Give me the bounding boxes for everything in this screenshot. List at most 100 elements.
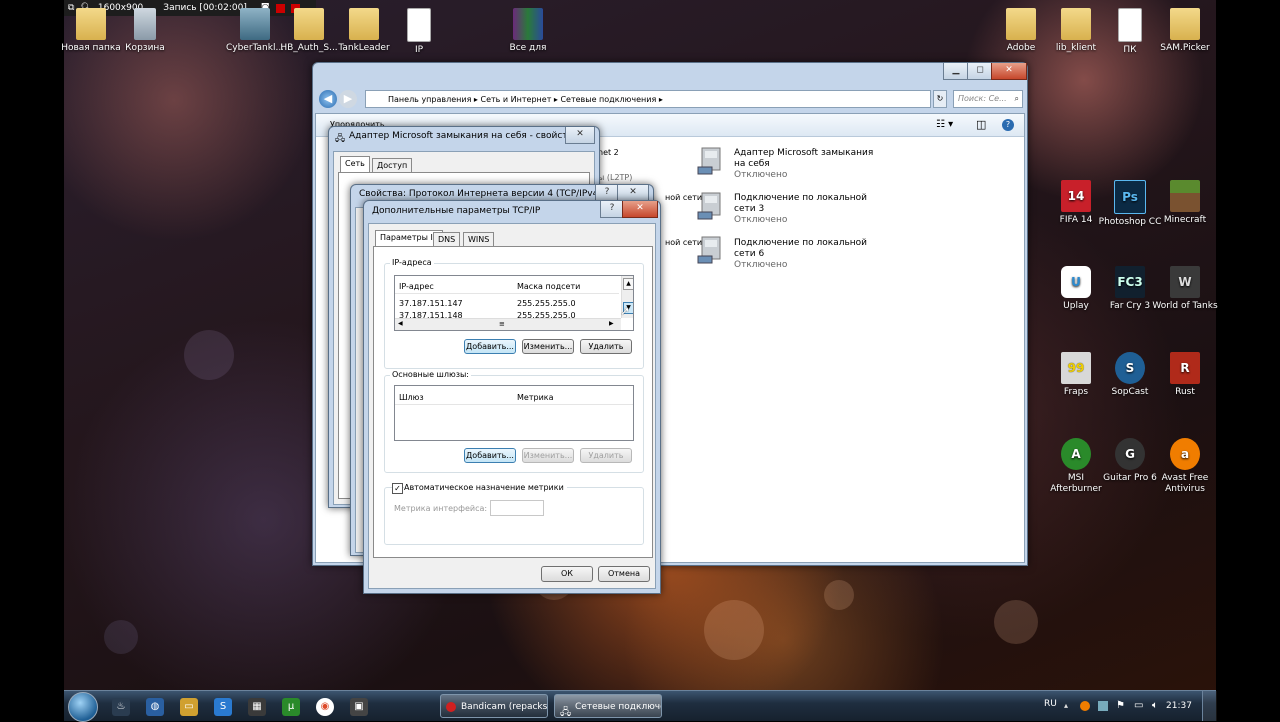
breadcrumb-network-connections[interactable]: Сетевые подключения [560, 95, 656, 104]
taskbar-item-bandicam[interactable]: Bandicam (repacks.o... [440, 694, 548, 718]
scroll-up-icon[interactable]: ▲ [623, 278, 633, 290]
dialog-title: Свойства: Протокол Интернета версии 4 (T… [359, 189, 602, 199]
minimize-button[interactable]: ▁ [943, 63, 969, 80]
connection-item-lan-6[interactable]: Подключение по локальной сети 6 Отключен… [734, 238, 874, 271]
network-icon: 🖧 [560, 707, 572, 718]
connection-status: Отключено [734, 260, 788, 270]
gateway-edit-button[interactable]: Изменить... [522, 448, 574, 463]
volume-icon[interactable]: 🔈︎ [1152, 700, 1158, 711]
ip-address-list[interactable]: IP-адрес Маска подсети 37.187.151.147 25… [394, 275, 634, 331]
interface-metric-input[interactable] [490, 500, 544, 516]
column-header[interactable]: IP-адрес [399, 282, 434, 291]
desktop-icon-avast[interactable]: a Avast Free Antivirus [1152, 438, 1218, 495]
record-icon [446, 702, 456, 712]
breadcrumb-control-panel[interactable]: Панель управления [388, 95, 471, 104]
dialog-title: Адаптер Microsoft замыкания на себя - св… [349, 131, 579, 141]
avast-tray-icon[interactable] [1080, 701, 1090, 711]
tab-network[interactable]: Сеть [340, 156, 370, 172]
network-icon: 🖧 [335, 134, 346, 144]
ip-add-button[interactable]: Добавить... [464, 339, 516, 354]
column-header[interactable]: Метрика [517, 393, 554, 402]
fifa-icon: 14 [1061, 180, 1091, 212]
close-button[interactable]: ✕ [991, 63, 1027, 80]
connection-name: Адаптер Microsoft замыкания на себя [734, 148, 874, 169]
help-button[interactable]: ? [600, 201, 624, 218]
language-indicator[interactable]: RU [1044, 699, 1057, 709]
flag-tray-icon[interactable]: ⚑ [1116, 700, 1125, 711]
search-input[interactable]: Поиск: Се... ⌕ [953, 90, 1023, 108]
desktop-icon-recycle-bin[interactable]: Корзина [112, 8, 178, 54]
view-options-icon[interactable]: ☷ ▾ [936, 119, 953, 130]
start-button[interactable] [68, 692, 98, 722]
partial-connection-label: ы (L2TP) [598, 173, 633, 182]
scroll-thumb-icon[interactable]: ≡ [499, 320, 505, 328]
gateway-remove-button[interactable]: Удалить [580, 448, 632, 463]
taskbar-item-network-connections[interactable]: 🖧 Сетевые подключе... [554, 694, 662, 718]
avast-icon: a [1170, 438, 1200, 470]
app-icon[interactable]: ▦ [248, 698, 266, 716]
desktop-icon-ip[interactable]: IP [386, 8, 452, 56]
tanks-icon: W [1170, 266, 1200, 298]
chrome-icon[interactable]: ◉ [316, 698, 334, 716]
folder-icon [1061, 8, 1091, 40]
column-header[interactable]: Маска подсети [517, 282, 580, 291]
tab-dns[interactable]: DNS [433, 232, 461, 246]
preview-pane-icon[interactable]: ◫ [976, 118, 986, 131]
desktop-icon-vse-dlya[interactable]: Все для [495, 8, 561, 54]
text-file-icon [1118, 8, 1142, 42]
partial-connection-label: net 2 [598, 148, 619, 157]
close-button[interactable]: ✕ [565, 127, 595, 144]
horizontal-scrollbar[interactable]: ◀ ≡ ▶ [395, 318, 621, 330]
help-icon[interactable]: ? [1002, 119, 1014, 131]
tray-expand-icon[interactable]: ▴ [1064, 701, 1068, 710]
back-arrow-icon[interactable]: ◀ [319, 90, 337, 108]
ok-button[interactable]: ОК [541, 566, 593, 582]
connection-name: Подключение по локальной сети 3 [734, 193, 868, 214]
auto-metric-checkbox[interactable]: ✓ [392, 483, 403, 494]
breadcrumb-network-internet[interactable]: Сеть и Интернет [481, 95, 552, 104]
minecraft-icon [1170, 180, 1200, 212]
column-header[interactable]: Шлюз [399, 393, 424, 402]
steam-icon[interactable]: ♨ [112, 698, 130, 716]
browser-icon[interactable]: ◍ [146, 698, 164, 716]
dialog-title: Дополнительные параметры TCP/IP [372, 206, 541, 216]
sopcast-icon: S [1115, 352, 1145, 384]
maximize-button[interactable]: ◻ [967, 63, 993, 80]
network-tray-icon[interactable] [1098, 701, 1108, 711]
ip-remove-button[interactable]: Удалить [580, 339, 632, 354]
folder-icon [349, 8, 379, 40]
app-icon [240, 8, 270, 40]
close-button[interactable]: ✕ [622, 201, 658, 218]
group-label: Основные шлюзы: [390, 370, 471, 379]
taskbar: ♨ ◍ ▭ S ▦ μ ◉ ▣ Bandicam (repacks.o... 🖧… [64, 690, 1217, 722]
tab-wins[interactable]: WINS [463, 232, 495, 246]
desktop-icon-sam-picker[interactable]: SAM.Picker [1152, 8, 1218, 54]
cancel-button[interactable]: Отмена [598, 566, 650, 582]
desktop-icon-rust[interactable]: R Rust [1152, 352, 1218, 398]
desktop-icon-minecraft[interactable]: Minecraft [1152, 180, 1218, 226]
search-icon: ⌕ [1014, 94, 1019, 103]
desktop-icon-world-of-tanks[interactable]: W World of Tanks [1152, 266, 1218, 312]
gateway-list[interactable]: Шлюз Метрика [394, 385, 634, 441]
scroll-right-icon[interactable]: ▶ [609, 320, 614, 327]
table-cell: 255.255.255.0 [517, 299, 576, 308]
connection-item-loopback[interactable]: Адаптер Microsoft замыкания на себя Откл… [734, 148, 874, 181]
tab-sharing[interactable]: Доступ [372, 158, 413, 172]
skype-icon[interactable]: S [214, 698, 232, 716]
scroll-left-icon[interactable]: ◀ [398, 320, 403, 327]
display-tray-icon[interactable]: ▭ [1134, 700, 1143, 711]
connection-item-lan-3[interactable]: Подключение по локальной сети 3 Отключен… [734, 193, 874, 226]
clock[interactable]: 21:37 [1166, 701, 1192, 711]
show-desktop-button[interactable] [1202, 691, 1217, 721]
tcp-dialog-client: Параметры IP DNS WINS IP-адреса IP-адрес… [368, 223, 656, 589]
gateway-add-button[interactable]: Добавить... [464, 448, 516, 463]
forward-arrow-icon[interactable]: ▶ [339, 90, 357, 108]
connection-name: Подключение по локальной сети 6 [734, 238, 868, 259]
app-icon[interactable]: ▣ [350, 698, 368, 716]
ip-edit-button[interactable]: Изменить... [522, 339, 574, 354]
address-bar[interactable]: Панель управления ▸ Сеть и Интернет ▸ Се… [365, 90, 931, 108]
utorrent-icon[interactable]: μ [282, 698, 300, 716]
refresh-icon[interactable]: ↻ [933, 90, 947, 108]
folder-icon[interactable]: ▭ [180, 698, 198, 716]
table-row[interactable]: 37.187.151.147 [399, 299, 463, 308]
